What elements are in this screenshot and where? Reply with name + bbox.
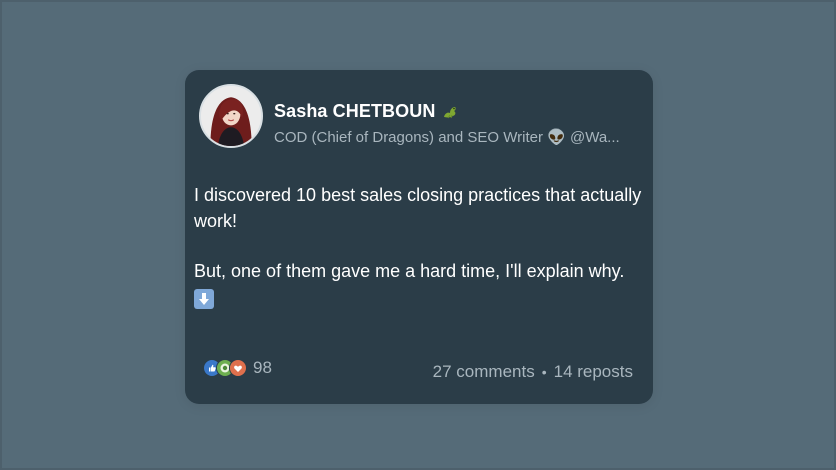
comments-link[interactable]: 27 comments — [433, 362, 535, 382]
post-body: I discovered 10 best sales closing pract… — [194, 182, 644, 316]
stats-separator: • — [541, 364, 547, 380]
avatar[interactable] — [199, 84, 263, 148]
post-text-line-1: I discovered 10 best sales closing pract… — [194, 185, 642, 231]
dragon-icon — [441, 103, 459, 121]
post-text-line-2: But, one of them gave me a hard time, I'… — [194, 261, 625, 281]
love-icon — [229, 359, 247, 377]
reposts-link[interactable]: 14 reposts — [554, 362, 633, 382]
author-headline: COD (Chief of Dragons) and SEO Writer 👽 … — [274, 128, 634, 146]
author-row: Sasha CHETBOUN — [274, 101, 459, 122]
post-card[interactable]: Sasha CHETBOUN COD (Chief of Dragons) an… — [185, 70, 653, 404]
down-arrow-icon — [194, 289, 214, 309]
reaction-count[interactable]: 98 — [253, 358, 272, 378]
reactions-summary[interactable]: 98 — [203, 358, 272, 378]
avatar-image — [201, 86, 261, 146]
author-name[interactable]: Sasha CHETBOUN — [274, 101, 435, 122]
post-stats: 27 comments • 14 reposts — [433, 362, 633, 382]
headline-text: COD (Chief of Dragons) and SEO Writer 👽 … — [274, 129, 620, 146]
